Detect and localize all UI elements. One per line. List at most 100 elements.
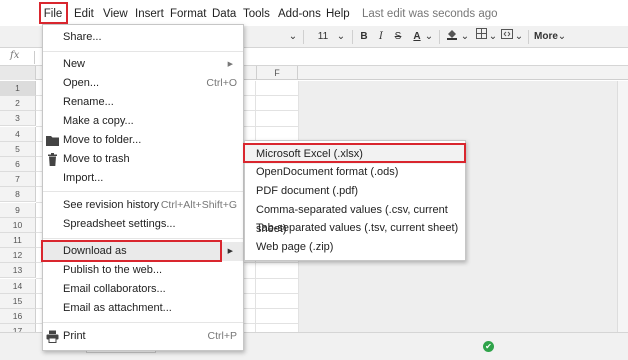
fill-color-chevron-icon[interactable]: ⌄ [460,28,470,46]
row-header[interactable]: 8 [0,187,36,203]
menu-item-publish[interactable]: Publish to the web... [43,261,243,280]
menu-data[interactable]: Data [212,5,236,23]
formula-divider [34,51,35,64]
submenu-item-zip[interactable]: Web page (.zip) [245,238,465,257]
toolbar-divider [303,30,304,44]
menu-item-label: Rename... [63,96,114,108]
row-header[interactable]: 7 [0,172,36,188]
last-edit-status[interactable]: Last edit was seconds ago [362,5,498,23]
menu-item-email-attachment[interactable]: Email as attachment... [43,299,243,318]
excel-highlight-box [243,143,466,163]
menu-addons[interactable]: Add-ons [278,5,321,23]
row-header[interactable]: 11 [0,233,36,248]
submenu-item-label: Tab-separated values (.tsv, current shee… [256,222,459,234]
menu-item-print[interactable]: Print Ctrl+P [43,327,243,346]
merge-chevron-icon[interactable]: ⌄ [514,28,524,46]
text-color-chevron-icon[interactable]: ⌄ [424,28,434,46]
more-button[interactable]: More [534,28,558,46]
menu-item-email-collaborators[interactable]: Email collaborators... [43,280,243,299]
toolbar-divider [439,30,440,44]
menu-item-label: New [63,58,86,70]
select-all-corner[interactable] [0,66,36,80]
shortcut-label: Ctrl+Alt+Shift+G [160,199,237,211]
menu-item-label: Import... [63,172,104,184]
menu-edit[interactable]: Edit [74,5,94,23]
italic-button[interactable]: I [375,28,387,46]
menu-item-label: Share... [63,31,102,43]
menu-item-share[interactable]: Share... [43,28,243,47]
menu-item-new[interactable]: New ▶ [43,55,243,74]
menu-item-revision-history[interactable]: See revision history Ctrl+Alt+Shift+G [43,196,243,215]
menu-item-rename[interactable]: Rename... [43,93,243,112]
borders-chevron-icon[interactable]: ⌄ [488,28,498,46]
menu-item-label: Email as attachment... [63,302,172,314]
row-header[interactable]: 15 [0,293,36,309]
row-header[interactable]: 12 [0,248,36,264]
vertical-scrollbar[interactable] [617,81,628,332]
column-header-f[interactable]: F [256,66,298,80]
strikethrough-button[interactable]: S [392,28,404,46]
submenu-item-csv[interactable]: Comma-separated values (.csv, current sh… [245,201,465,235]
menu-item-move-to-folder[interactable]: Move to folder... [43,131,243,150]
menu-item-label: Spreadsheet settings... [63,218,176,230]
row-header[interactable]: 10 [0,217,36,233]
row-header[interactable]: 16 [0,309,36,324]
menu-item-label: Email collaborators... [63,283,166,295]
row-header[interactable]: 2 [0,96,36,112]
menu-divider [43,51,243,52]
saved-check-icon: ✔ [483,341,494,352]
menu-item-label: Make a copy... [63,115,134,127]
submenu-item-ods[interactable]: OpenDocument format (.ods) [245,163,465,182]
row-header[interactable]: 14 [0,278,36,294]
menu-item-make-copy[interactable]: Make a copy... [43,112,243,131]
folder-icon [46,134,59,147]
menu-insert[interactable]: Insert [135,5,164,23]
merge-cells-icon[interactable] [500,28,514,46]
shortcut-label: Ctrl+O [206,77,237,89]
menu-item-label: Move to folder... [63,134,142,146]
menu-format[interactable]: Format [170,5,206,23]
more-chevron-icon[interactable]: ⌄ [557,28,567,46]
bold-button[interactable]: B [358,28,370,46]
row-header[interactable]: 5 [0,141,36,157]
borders-icon[interactable] [474,28,488,46]
fx-icon: fx [10,50,20,61]
file-menu: Share... New ▶ Open... Ctrl+O Rename... … [42,24,244,351]
trash-icon [46,153,59,166]
row-header[interactable]: 4 [0,126,36,142]
menu-item-label: Open... [63,77,100,89]
menu-help[interactable]: Help [326,5,350,23]
row-header[interactable]: 3 [0,111,36,127]
font-dropdown-chevron-icon[interactable]: ⌄ [288,28,298,46]
menu-item-move-to-trash[interactable]: Move to trash [43,150,243,169]
row-header[interactable]: 6 [0,157,36,172]
font-size-chevron-icon[interactable]: ⌄ [336,28,346,46]
row-header[interactable]: 9 [0,202,36,218]
submenu-item-tsv[interactable]: Tab-separated values (.tsv, current shee… [245,219,465,238]
row-header[interactable]: 1 [0,81,36,96]
menu-bar: File Edit View Insert Format Data Tools … [0,0,628,27]
submenu-item-pdf[interactable]: PDF document (.pdf) [245,182,465,201]
menu-view[interactable]: View [103,5,128,23]
menu-item-label: Publish to the web... [63,264,163,276]
download-highlight-box [41,240,222,262]
menu-tools[interactable]: Tools [243,5,270,23]
menu-item-import[interactable]: Import... [43,169,243,188]
toolbar-divider [528,30,529,44]
printer-icon [46,330,59,343]
menu-divider [43,191,243,192]
menu-item-label: Move to trash [63,153,130,165]
submenu-arrow-icon: ▶ [227,61,233,68]
file-highlight-box [39,2,68,24]
menu-item-open[interactable]: Open... Ctrl+O [43,74,243,93]
menu-divider [43,322,243,323]
font-size-select[interactable]: 11 [312,28,334,46]
submenu-item-label: PDF document (.pdf) [256,185,359,197]
row-header[interactable]: 13 [0,263,36,279]
submenu-item-label: OpenDocument format (.ods) [256,166,399,178]
submenu-arrow-icon: ▶ [227,248,233,255]
text-color-button[interactable]: A [410,28,424,46]
menu-item-label: Print [63,330,86,342]
menu-item-spreadsheet-settings[interactable]: Spreadsheet settings... [43,215,243,234]
fill-color-icon[interactable] [444,28,460,46]
